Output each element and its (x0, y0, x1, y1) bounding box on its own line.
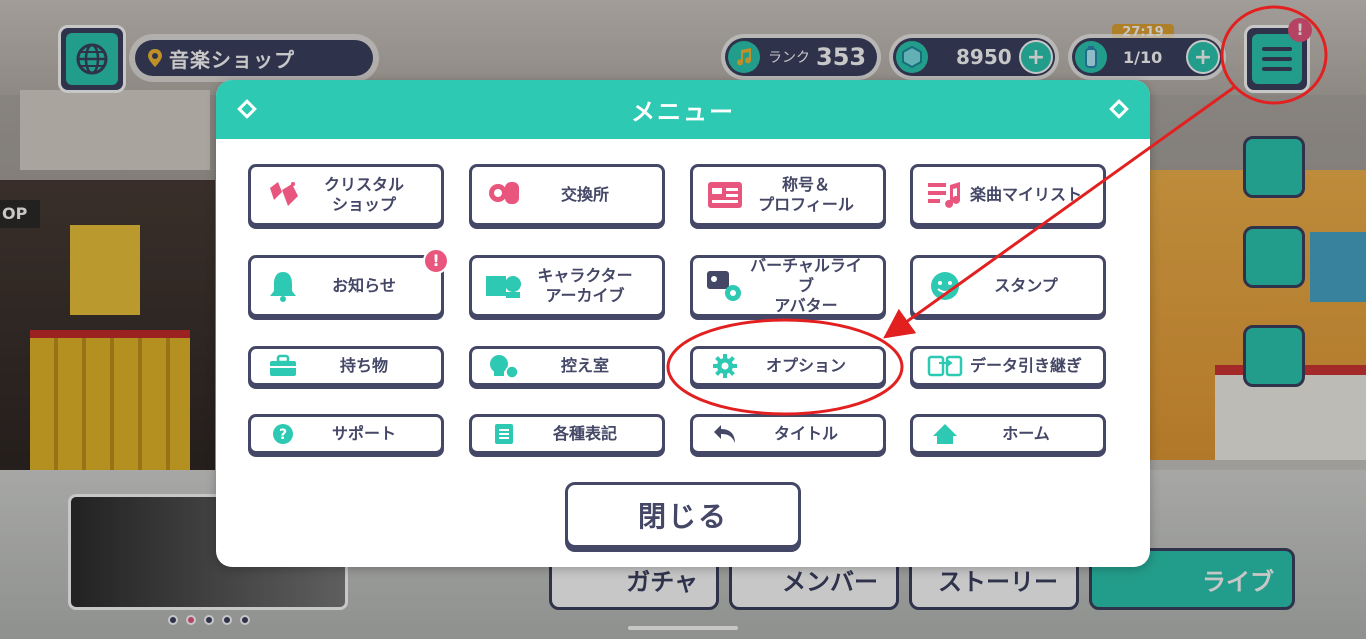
menu-item-label: 称号＆ プロフィール (758, 175, 854, 214)
music-list-icon (923, 179, 967, 211)
menu-item-label: 持ち物 (339, 356, 388, 375)
menu-item-character-archive[interactable]: キャラクター アーカイブ (469, 255, 665, 317)
menu-item-gear[interactable]: オプション (690, 346, 886, 386)
menu-item-bell[interactable]: お知らせ! (248, 248, 449, 317)
exchange-icon (482, 178, 526, 212)
menu-title: メニュー (631, 98, 735, 126)
diamond-ornament-icon (1109, 99, 1129, 119)
bell-icon (261, 269, 305, 303)
menu-header: メニュー (216, 80, 1150, 139)
gear-icon (703, 353, 747, 379)
diamond-ornament-icon (237, 99, 257, 119)
menu-item-home[interactable]: ホーム (910, 414, 1106, 454)
menu-item-label: 各種表記 (552, 424, 617, 443)
menu-item-profile-card[interactable]: 称号＆ プロフィール (690, 164, 886, 226)
notification-badge: ! (423, 248, 449, 274)
menu-item-label: スタンプ (994, 276, 1058, 295)
profile-card-icon (703, 180, 747, 210)
menu-item-label: キャラクター アーカイブ (537, 266, 633, 305)
menu-item-label: 交換所 (560, 185, 609, 204)
menu-item-label: タイトル (773, 424, 838, 443)
help-icon: ? (261, 422, 305, 446)
menu-item-stamp[interactable]: スタンプ (910, 255, 1106, 317)
home-icon (923, 422, 967, 446)
menu-item-back-arrow[interactable]: タイトル (690, 414, 886, 454)
data-transfer-icon (923, 353, 967, 379)
menu-item-label: クリスタル ショップ (323, 175, 404, 214)
menu-item-avatar-settings[interactable]: バーチャルライブ アバター (690, 255, 886, 317)
waiting-room-icon (482, 352, 526, 380)
menu-item-label: バーチャルライブ アバター (750, 256, 862, 315)
menu-item-label: データ引き継ぎ (969, 356, 1082, 375)
menu-item-label: 楽曲マイリスト (969, 185, 1082, 204)
menu-item-crystal-shop[interactable]: クリスタル ショップ (248, 164, 444, 226)
menu-item-label: ホーム (1002, 424, 1050, 443)
menu-item-label: 控え室 (560, 356, 609, 375)
back-arrow-icon (703, 422, 747, 446)
menu-item-exchange[interactable]: 交換所 (469, 164, 665, 226)
menu-item-label: お知らせ (332, 276, 396, 295)
menu-item-bag[interactable]: 持ち物 (248, 346, 444, 386)
crystal-shop-icon (261, 178, 305, 212)
menu-item-document-list[interactable]: 各種表記 (469, 414, 665, 454)
close-button[interactable]: 閉じる (565, 482, 801, 548)
menu-item-label: サポート (331, 424, 396, 443)
svg-text:?: ? (279, 427, 287, 443)
menu-item-music-list[interactable]: 楽曲マイリスト (910, 164, 1106, 226)
menu-item-help[interactable]: ? サポート (248, 414, 444, 454)
bag-icon (261, 354, 305, 378)
avatar-settings-icon (703, 269, 747, 303)
character-archive-icon (482, 270, 526, 302)
document-list-icon (482, 422, 526, 446)
menu-item-data-transfer[interactable]: データ引き継ぎ (910, 346, 1106, 386)
menu-item-label: オプション (765, 356, 846, 375)
stamp-icon (923, 269, 967, 303)
menu-item-waiting-room[interactable]: 控え室 (469, 346, 665, 386)
menu-modal: メニュー クリスタル ショップ 交換所 称号＆ プロフィール 楽曲マイリストお知らせ!… (216, 80, 1150, 567)
